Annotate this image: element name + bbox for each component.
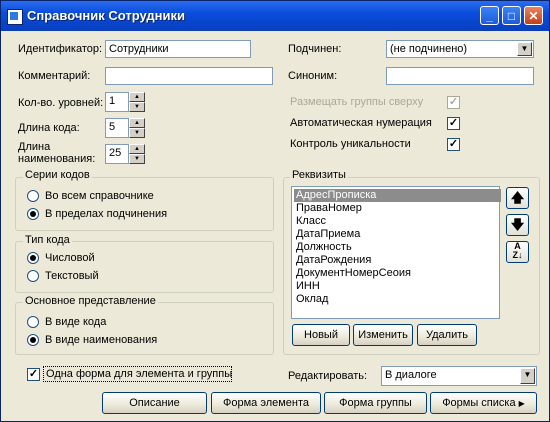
presentation-name-radio[interactable] bbox=[27, 334, 39, 346]
code-type-numeric-label[interactable]: Числовой bbox=[45, 252, 95, 264]
subordinate-value: (не подчинено) bbox=[390, 43, 468, 55]
chevron-down-icon[interactable]: ▼ bbox=[517, 42, 532, 56]
name-length-value[interactable]: 25 bbox=[105, 144, 129, 164]
subordinate-select[interactable]: (не подчинено) ▼ bbox=[386, 40, 534, 58]
title-bar[interactable]: Справочник Сотрудники _ □ ✕ bbox=[1, 1, 549, 31]
series-all-label[interactable]: Во всем справочнике bbox=[45, 190, 154, 202]
code-length-label: Длина кода: bbox=[18, 122, 80, 134]
spin-down-icon[interactable]: ▼ bbox=[129, 128, 145, 138]
group-form-button[interactable]: Форма группы bbox=[324, 392, 427, 414]
maximize-button[interactable]: □ bbox=[502, 6, 521, 25]
requisites-list[interactable]: АдресПрописка ПраваНомер Класс ДатаПрием… bbox=[291, 186, 501, 319]
list-forms-button[interactable]: Формы списка ▶ bbox=[430, 392, 537, 414]
groups-top-label: Размещать группы сверху bbox=[290, 96, 424, 108]
comment-input[interactable] bbox=[105, 67, 273, 85]
code-length-value[interactable]: 5 bbox=[105, 118, 129, 138]
list-item[interactable]: Оклад bbox=[294, 293, 330, 306]
presentation-title: Основное представление bbox=[23, 295, 158, 307]
levels-label: Кол-во. уровней: bbox=[18, 97, 104, 109]
code-type-numeric-radio[interactable] bbox=[27, 252, 39, 264]
arrow-down-icon[interactable]: 🡇 bbox=[506, 214, 529, 236]
edit-mode-value: В диалоге bbox=[385, 369, 437, 381]
description-button[interactable]: Описание bbox=[102, 392, 207, 414]
edit-requisite-button[interactable]: Изменить bbox=[353, 324, 413, 346]
chevron-right-icon: ▶ bbox=[518, 399, 525, 408]
series-subordinate-radio[interactable] bbox=[27, 208, 39, 220]
dialog-window: Справочник Сотрудники _ □ ✕ Идентификато… bbox=[0, 0, 550, 422]
code-series-group bbox=[15, 177, 274, 231]
series-all-radio[interactable] bbox=[27, 190, 39, 202]
list-item[interactable]: Класс bbox=[294, 215, 328, 228]
one-form-label[interactable]: Одна форма для элемента и группы bbox=[46, 368, 232, 380]
code-length-spinner[interactable]: 5 ▲ ▼ bbox=[105, 118, 145, 138]
edit-mode-select[interactable]: В диалоге ▼ bbox=[381, 366, 537, 386]
list-forms-label: Формы списка bbox=[442, 397, 516, 409]
presentation-code-label[interactable]: В виде кода bbox=[45, 316, 106, 328]
app-icon bbox=[7, 9, 23, 25]
presentation-name-label[interactable]: В виде наименования bbox=[45, 334, 157, 346]
list-item[interactable]: ПраваНомер bbox=[294, 202, 364, 215]
spin-down-icon[interactable]: ▼ bbox=[129, 102, 145, 112]
synonym-label: Синоним: bbox=[288, 70, 338, 82]
list-item[interactable]: ДатаПриема bbox=[294, 228, 362, 241]
name-length-label-2: наименования: bbox=[18, 153, 96, 165]
presentation-group bbox=[15, 302, 274, 355]
auto-numbering-checkbox[interactable]: ✓ bbox=[447, 117, 460, 130]
groups-top-checkbox: ✓ bbox=[447, 96, 460, 109]
uniqueness-label: Контроль уникальности bbox=[290, 138, 411, 150]
identifier-label: Идентификатор: bbox=[18, 43, 103, 55]
spin-up-icon[interactable]: ▲ bbox=[129, 92, 145, 102]
edit-mode-label: Редактировать: bbox=[288, 370, 368, 382]
levels-value[interactable]: 1 bbox=[105, 92, 129, 112]
list-item[interactable]: АдресПрописка bbox=[294, 189, 501, 202]
window-title: Справочник Сотрудники bbox=[27, 8, 185, 23]
requisites-title: Реквизиты bbox=[290, 169, 348, 181]
name-length-label-1: Длина bbox=[18, 141, 51, 153]
spin-down-icon[interactable]: ▼ bbox=[129, 154, 145, 164]
code-type-text-label[interactable]: Текстовый bbox=[45, 270, 99, 282]
close-button[interactable]: ✕ bbox=[524, 6, 543, 25]
list-item[interactable]: ДокументНомерСеоия bbox=[294, 267, 413, 280]
arrow-up-icon[interactable]: 🡅 bbox=[506, 187, 529, 209]
chevron-down-icon[interactable]: ▼ bbox=[520, 368, 535, 384]
comment-label: Комментарий: bbox=[18, 70, 91, 82]
presentation-code-radio[interactable] bbox=[27, 316, 39, 328]
code-type-group bbox=[15, 241, 274, 293]
list-item[interactable]: ДатаРождения bbox=[294, 254, 373, 267]
series-subordinate-label[interactable]: В пределах подчинения bbox=[45, 208, 167, 220]
subordinate-label: Подчинен: bbox=[288, 43, 342, 55]
list-item[interactable]: ИНН bbox=[294, 280, 322, 293]
minimize-button[interactable]: _ bbox=[480, 6, 499, 25]
one-form-checkbox[interactable]: ✓ bbox=[27, 368, 40, 381]
code-type-title: Тип кода bbox=[23, 234, 72, 246]
auto-numbering-label: Автоматическая нумерация bbox=[290, 117, 432, 129]
code-type-text-radio[interactable] bbox=[27, 270, 39, 282]
name-length-spinner[interactable]: 25 ▲ ▼ bbox=[105, 144, 145, 164]
synonym-input[interactable] bbox=[386, 67, 534, 85]
delete-requisite-button[interactable]: Удалить bbox=[417, 324, 477, 346]
code-series-title: Серии кодов bbox=[23, 169, 92, 181]
sort-az-icon[interactable]: A Z↓ bbox=[506, 241, 529, 263]
uniqueness-checkbox[interactable]: ✓ bbox=[447, 138, 460, 151]
element-form-button[interactable]: Форма элемента bbox=[211, 392, 321, 414]
new-requisite-button[interactable]: Новый bbox=[292, 324, 350, 346]
levels-spinner[interactable]: 1 ▲ ▼ bbox=[105, 92, 145, 112]
spin-up-icon[interactable]: ▲ bbox=[129, 118, 145, 128]
list-item[interactable]: Должность bbox=[294, 241, 354, 254]
spin-up-icon[interactable]: ▲ bbox=[129, 144, 145, 154]
identifier-input[interactable]: Сотрудники bbox=[105, 40, 251, 58]
